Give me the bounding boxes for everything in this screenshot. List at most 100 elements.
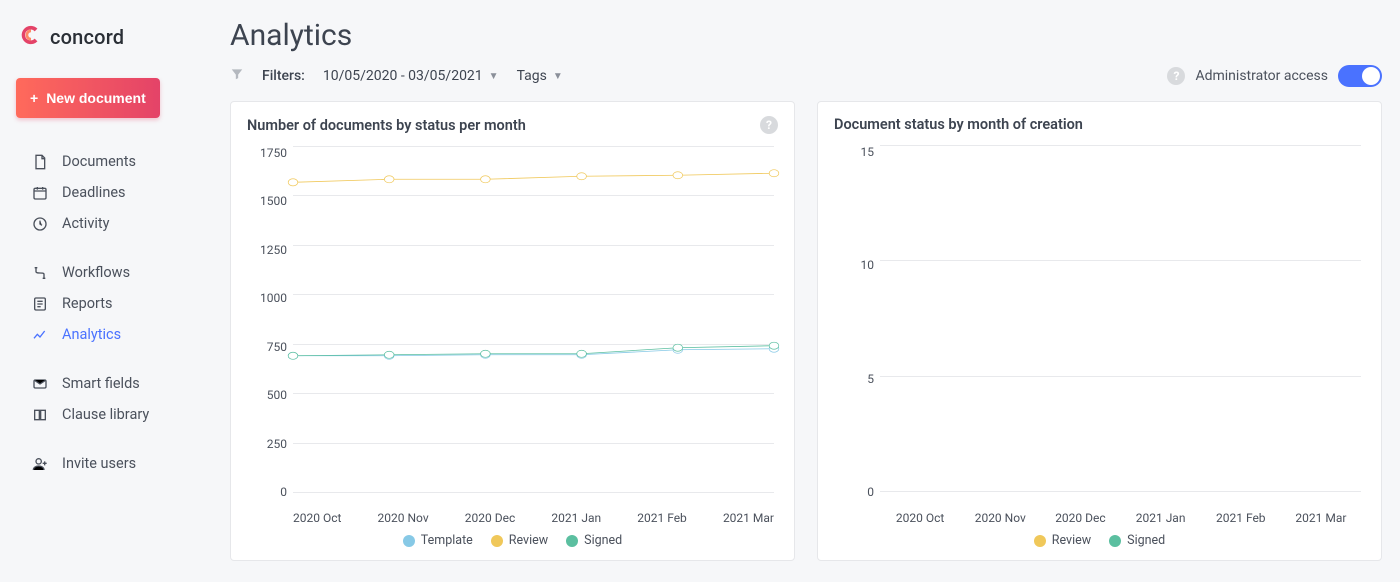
tags-filter[interactable]: Tags ▼ [517,68,563,84]
report-icon [32,296,48,312]
x-tick: 2020 Nov [378,511,429,525]
filter-icon [230,67,244,85]
date-range-value: 10/05/2020 - 03/05/2021 [323,68,483,84]
x-tick: 2020 Oct [293,511,341,525]
y-tick: 1500 [260,194,287,208]
sidebar-item-label: Reports [62,295,113,312]
library-icon [32,407,48,423]
sidebar-item-workflows[interactable]: Workflows [0,257,212,288]
line-chart-plot: 2020 Oct 2020 Nov 2020 Dec 2021 Jan 2021 Feb… [293,146,774,525]
help-icon[interactable]: ? [760,116,778,134]
y-tick: 15 [861,145,875,159]
line-chart-legend: Template Review Signed [247,525,778,550]
x-tick: 2021 Mar [723,511,774,525]
sidebar-item-documents[interactable]: Documents [0,146,212,177]
line-series-review [293,173,774,182]
legend-swatch [403,535,415,547]
y-tick: 750 [267,340,287,354]
sidebar-item-analytics[interactable]: Analytics [0,319,212,350]
legend-item-signed[interactable]: Signed [566,533,622,548]
x-tick: 2021 Feb [637,511,687,525]
legend-label: Signed [584,533,622,548]
legend-item-review[interactable]: Review [1034,533,1091,548]
card-status-by-month: Document status by month of creation 151… [817,101,1382,561]
invite-icon [32,456,48,472]
clock-icon [32,216,48,232]
admin-access-toggle[interactable] [1338,65,1382,87]
bar-chart-y-axis: 15 10 5 0 [834,137,880,525]
sidebar-item-label: Smart fields [62,375,140,392]
x-tick: 2020 Dec [465,511,515,525]
sidebar-item-label: Activity [62,215,109,232]
x-tick: 2020 Dec [1040,511,1120,525]
legend-label: Template [421,533,473,548]
date-range-filter[interactable]: 10/05/2020 - 03/05/2021 ▼ [323,68,499,84]
x-tick: 2021 Jan [551,511,601,525]
chevron-down-icon: ▼ [553,71,563,82]
line-chart-x-axis: 2020 Oct 2020 Nov 2020 Dec 2021 Jan 2021 Feb… [293,511,774,525]
brand-logo: concord [0,18,212,78]
y-tick: 500 [267,388,287,402]
chevron-down-icon: ▼ [489,71,499,82]
x-tick: 2020 Oct [880,511,960,525]
legend-item-review[interactable]: Review [491,533,548,548]
line-chart-y-axis: 17501500125010007505002500 [247,138,293,525]
admin-access: ? Administrator access [1167,65,1382,87]
legend-label: Review [509,533,548,548]
y-tick: 1250 [260,243,287,257]
y-tick: 5 [867,372,874,386]
y-tick: 0 [867,485,874,499]
bar-chart-legend: Review Signed [834,525,1365,550]
analytics-icon [32,327,48,343]
sidebar: concord + New document Documents Deadline… [0,0,212,582]
plus-icon: + [30,90,38,106]
workflow-icon [32,265,48,281]
sidebar-item-deadlines[interactable]: Deadlines [0,177,212,208]
legend-item-signed[interactable]: Signed [1109,533,1165,548]
new-document-label: New document [46,90,146,106]
card-title: Document status by month of creation [834,116,1083,133]
y-tick: 1750 [260,146,287,160]
card-title: Number of documents by status per month [247,117,526,134]
sidebar-item-label: Analytics [62,326,121,343]
legend-swatch [491,535,503,547]
sidebar-item-clause-library[interactable]: Clause library [0,399,212,430]
sidebar-item-label: Workflows [62,264,130,281]
sidebar-item-label: Clause library [62,406,149,423]
x-tick: 2020 Nov [960,511,1040,525]
page-title: Analytics [230,18,1382,53]
admin-access-label: Administrator access [1195,68,1328,84]
sidebar-item-label: Invite users [62,455,136,472]
sidebar-item-label: Deadlines [62,184,126,201]
legend-swatch [1109,535,1121,547]
x-tick: 2021 Jan [1121,511,1201,525]
tags-label: Tags [517,68,547,84]
x-tick: 2021 Mar [1281,511,1361,525]
sidebar-item-invite-users[interactable]: Invite users [0,448,212,479]
filters-label: Filters: [262,68,305,84]
toolbar: Filters: 10/05/2020 - 03/05/2021 ▼ Tags … [230,65,1382,87]
y-tick: 1000 [260,291,287,305]
sidebar-item-reports[interactable]: Reports [0,288,212,319]
y-tick: 10 [861,258,875,272]
legend-swatch [1034,535,1046,547]
main-content: Analytics Filters: 10/05/2020 - 03/05/20… [212,0,1400,582]
legend-swatch [566,535,578,547]
sidebar-item-activity[interactable]: Activity [0,208,212,239]
y-tick: 0 [280,485,287,499]
document-icon [32,154,48,170]
sidebar-item-label: Documents [62,153,136,170]
bar-chart-plot: 2020 Oct2020 Nov2020 Dec2021 Jan2021 Feb… [880,145,1361,525]
brand-mark-icon [20,24,42,50]
new-document-button[interactable]: + New document [16,78,160,118]
filters-bar: Filters: 10/05/2020 - 03/05/2021 ▼ Tags … [230,67,563,85]
x-tick: 2021 Feb [1201,511,1281,525]
calendar-icon [32,185,48,201]
sidebar-item-smart-fields[interactable]: Smart fields [0,368,212,399]
help-icon[interactable]: ? [1167,67,1185,85]
brand-name: concord [50,25,124,49]
legend-label: Review [1052,533,1091,548]
legend-item-template[interactable]: Template [403,533,473,548]
legend-label: Signed [1127,533,1165,548]
smartfields-icon [32,376,48,392]
